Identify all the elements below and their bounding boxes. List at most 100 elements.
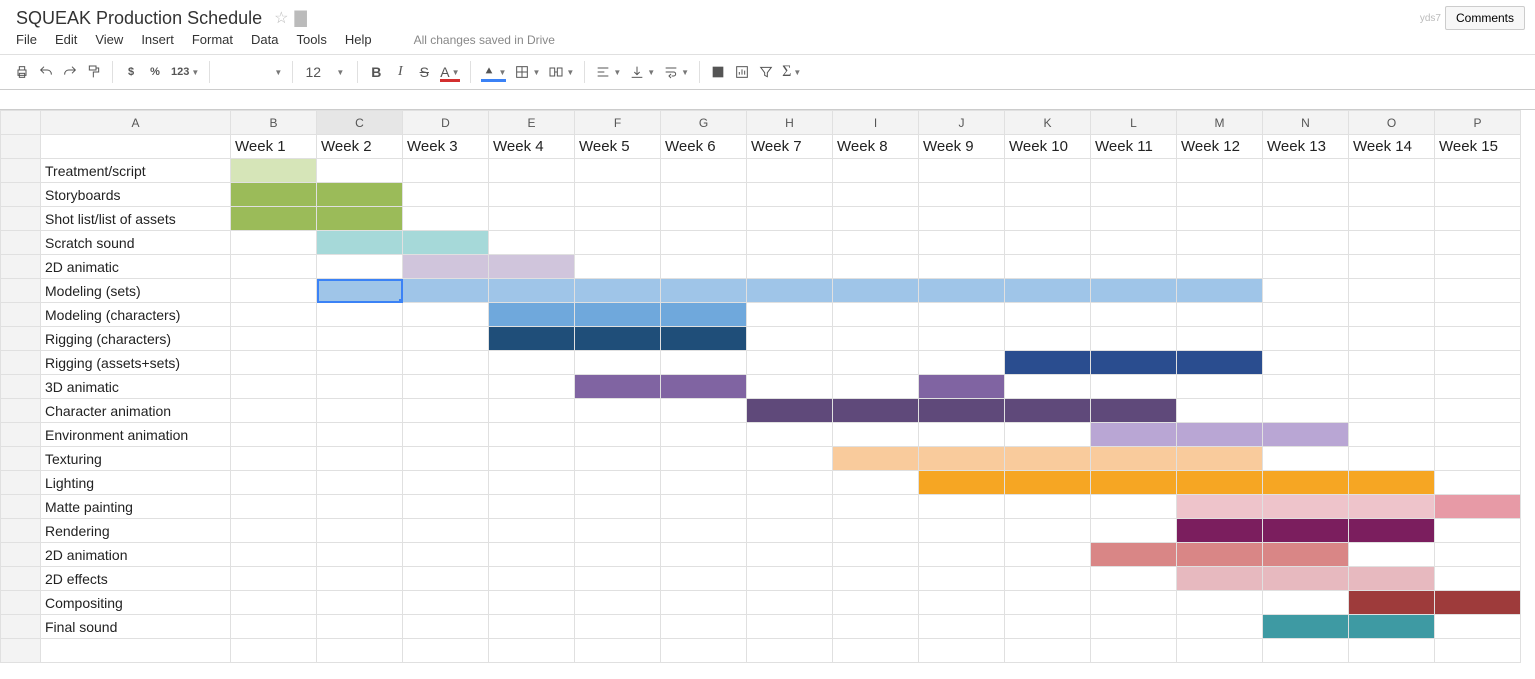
- cell[interactable]: [1435, 327, 1521, 351]
- cell[interactable]: [1349, 639, 1435, 663]
- cell[interactable]: [1091, 495, 1177, 519]
- column-header-O[interactable]: O: [1349, 111, 1435, 135]
- cell[interactable]: [747, 591, 833, 615]
- cell[interactable]: [489, 615, 575, 639]
- cell[interactable]: [317, 231, 403, 255]
- cell[interactable]: [1263, 159, 1349, 183]
- cell[interactable]: [1435, 351, 1521, 375]
- cell[interactable]: [403, 615, 489, 639]
- cell[interactable]: [231, 423, 317, 447]
- cell[interactable]: [747, 231, 833, 255]
- cell[interactable]: [661, 303, 747, 327]
- cell[interactable]: [1349, 519, 1435, 543]
- column-header-L[interactable]: L: [1091, 111, 1177, 135]
- cell[interactable]: [575, 351, 661, 375]
- format-number[interactable]: 123▼: [167, 59, 203, 85]
- font-size-input[interactable]: 12: [299, 59, 327, 85]
- cell[interactable]: [833, 447, 919, 471]
- cell[interactable]: [489, 375, 575, 399]
- cell[interactable]: [1177, 543, 1263, 567]
- cell[interactable]: [833, 543, 919, 567]
- cell[interactable]: [661, 543, 747, 567]
- bold-button[interactable]: B: [364, 59, 388, 85]
- cell[interactable]: [1005, 231, 1091, 255]
- cell[interactable]: [403, 183, 489, 207]
- cell[interactable]: [1349, 399, 1435, 423]
- week-header-cell[interactable]: Week 2: [317, 135, 403, 159]
- cell[interactable]: [919, 327, 1005, 351]
- cell[interactable]: [919, 495, 1005, 519]
- row-header[interactable]: [1, 183, 41, 207]
- cell[interactable]: [575, 615, 661, 639]
- cell[interactable]: [919, 255, 1005, 279]
- cell[interactable]: [747, 567, 833, 591]
- cell[interactable]: [1005, 567, 1091, 591]
- task-name-cell[interactable]: Modeling (sets): [41, 279, 231, 303]
- column-header-K[interactable]: K: [1005, 111, 1091, 135]
- cell[interactable]: [747, 519, 833, 543]
- cell[interactable]: [403, 591, 489, 615]
- cell[interactable]: [1005, 615, 1091, 639]
- cell[interactable]: [1091, 279, 1177, 303]
- cell[interactable]: [403, 543, 489, 567]
- cell[interactable]: [317, 495, 403, 519]
- cell[interactable]: [1005, 279, 1091, 303]
- cell[interactable]: [1435, 423, 1521, 447]
- week-header-cell[interactable]: Week 10: [1005, 135, 1091, 159]
- cell[interactable]: [919, 519, 1005, 543]
- cell[interactable]: [231, 375, 317, 399]
- cell[interactable]: [833, 351, 919, 375]
- cell[interactable]: [1091, 375, 1177, 399]
- menu-file[interactable]: File: [16, 32, 37, 47]
- cell[interactable]: [661, 495, 747, 519]
- cell[interactable]: [661, 159, 747, 183]
- cell[interactable]: [489, 495, 575, 519]
- cell[interactable]: [1177, 399, 1263, 423]
- cell[interactable]: [747, 543, 833, 567]
- row-header[interactable]: [1, 231, 41, 255]
- text-wrap-button[interactable]: ▼: [659, 59, 693, 85]
- insert-link-icon[interactable]: [706, 59, 730, 85]
- task-name-cell[interactable]: 3D animatic: [41, 375, 231, 399]
- filter-icon[interactable]: [754, 59, 778, 85]
- cell[interactable]: [1435, 471, 1521, 495]
- cell[interactable]: [575, 591, 661, 615]
- cell[interactable]: [231, 495, 317, 519]
- cell[interactable]: [1349, 591, 1435, 615]
- cell[interactable]: [489, 639, 575, 663]
- cell[interactable]: [747, 303, 833, 327]
- row-header[interactable]: [1, 423, 41, 447]
- cell[interactable]: [1263, 591, 1349, 615]
- format-currency[interactable]: $: [119, 59, 143, 85]
- row-header[interactable]: [1, 471, 41, 495]
- cell[interactable]: [919, 591, 1005, 615]
- cell[interactable]: [317, 327, 403, 351]
- cell[interactable]: [1263, 447, 1349, 471]
- cell[interactable]: [231, 519, 317, 543]
- cell[interactable]: [1263, 279, 1349, 303]
- cell[interactable]: [1435, 615, 1521, 639]
- cell[interactable]: [833, 399, 919, 423]
- cell[interactable]: [575, 231, 661, 255]
- cell[interactable]: [661, 183, 747, 207]
- cell[interactable]: [1263, 375, 1349, 399]
- cell[interactable]: [231, 255, 317, 279]
- task-name-cell[interactable]: Rigging (characters): [41, 327, 231, 351]
- cell[interactable]: [489, 303, 575, 327]
- cell[interactable]: [1177, 471, 1263, 495]
- cell[interactable]: [403, 279, 489, 303]
- task-name-cell[interactable]: Final sound: [41, 615, 231, 639]
- cell[interactable]: [661, 375, 747, 399]
- cell[interactable]: [747, 447, 833, 471]
- cell[interactable]: [919, 447, 1005, 471]
- cell[interactable]: [661, 279, 747, 303]
- cell[interactable]: [231, 351, 317, 375]
- cell[interactable]: [1349, 159, 1435, 183]
- cell[interactable]: [1349, 543, 1435, 567]
- cell[interactable]: [1091, 303, 1177, 327]
- cell[interactable]: [317, 159, 403, 183]
- cell[interactable]: [317, 639, 403, 663]
- menu-view[interactable]: View: [95, 32, 123, 47]
- cell[interactable]: [1263, 327, 1349, 351]
- cell[interactable]: [661, 519, 747, 543]
